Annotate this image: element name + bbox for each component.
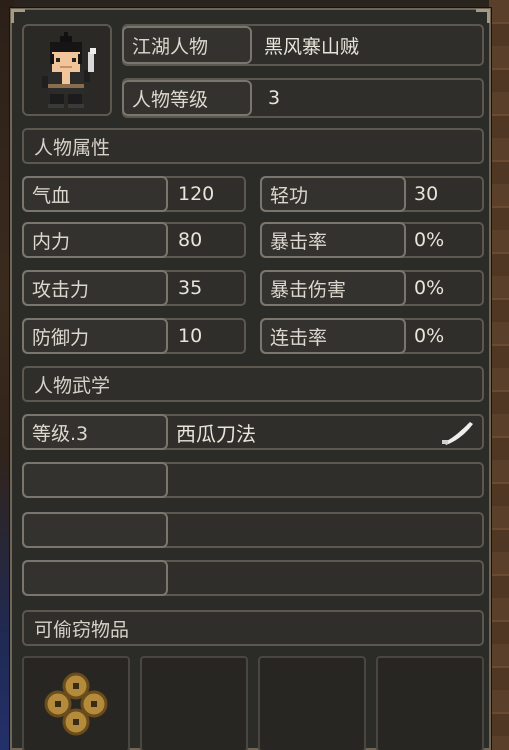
attributes-section-header: 人物属性	[22, 128, 484, 164]
attribute-label-defense: 防御力	[22, 318, 168, 354]
attribute-label-combo-rate: 连击率	[260, 318, 406, 354]
attribute-value-combo-rate: 0%	[414, 325, 445, 347]
bandit-avatar-icon	[42, 32, 96, 108]
skill-name: 西瓜刀法	[176, 421, 256, 446]
panel-corner-ornament	[476, 9, 490, 23]
background-scene-right	[489, 0, 509, 750]
attribute-value-health: 120	[178, 183, 215, 205]
attribute-value-agility: 30	[414, 183, 439, 205]
attribute-label-health: 气血	[22, 176, 168, 212]
skill-level-label	[22, 462, 168, 498]
copper-coins-icon	[44, 672, 108, 736]
attribute-value-crit-rate: 0%	[414, 229, 445, 251]
character-portrait	[22, 24, 112, 116]
level-value: 3	[268, 87, 281, 109]
attribute-label-agility: 轻功	[260, 176, 406, 212]
attribute-value-attack: 35	[178, 277, 203, 299]
attribute-label-inner-power: 内力	[22, 222, 168, 258]
steal-item-slot[interactable]	[22, 656, 130, 750]
attribute-value-defense: 10	[178, 325, 203, 347]
skill-level-label: 等级.3	[22, 414, 168, 450]
attribute-value-crit-damage: 0%	[414, 277, 445, 299]
attribute-value-inner-power: 80	[178, 229, 203, 251]
panel-corner-ornament	[11, 9, 25, 23]
character-info-panel: 江湖人物 黑风寨山贼 人物等级 3 人物属性 气血 120 轻功 30 内力 8…	[9, 7, 492, 750]
attribute-label-crit-rate: 暴击率	[260, 222, 406, 258]
name-label: 江湖人物	[122, 26, 252, 64]
attribute-label-crit-damage: 暴击伤害	[260, 270, 406, 306]
skill-level-label	[22, 560, 168, 596]
steal-item-slot[interactable]	[258, 656, 366, 750]
attribute-label-attack: 攻击力	[22, 270, 168, 306]
stealable-section-header: 可偷窃物品	[22, 610, 484, 646]
skill-level-label	[22, 512, 168, 548]
steal-item-slot[interactable]	[140, 656, 248, 750]
level-label: 人物等级	[122, 80, 252, 116]
steal-item-slot[interactable]	[376, 656, 484, 750]
martial-arts-section-header: 人物武学	[22, 366, 484, 402]
blade-icon	[442, 422, 473, 445]
name-value: 黑风寨山贼	[264, 35, 360, 58]
